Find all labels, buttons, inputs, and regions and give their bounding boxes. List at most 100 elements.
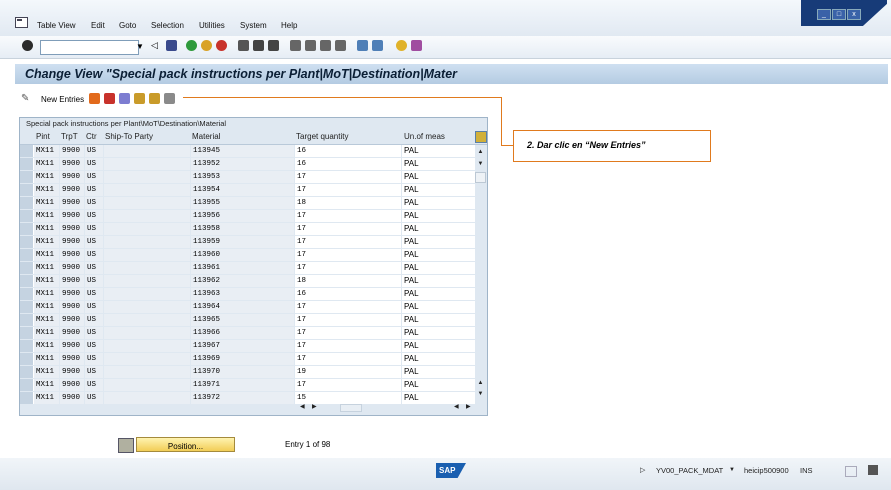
cell-target-quantity[interactable]: 17 [295, 353, 401, 365]
cell-target-quantity[interactable]: 17 [295, 327, 401, 339]
position-icon[interactable] [118, 438, 134, 453]
help-icon[interactable] [396, 40, 407, 51]
create-session-icon[interactable] [357, 40, 368, 51]
cell-unit-of-measure[interactable]: PAL [402, 236, 475, 248]
layout-menu-icon[interactable] [411, 40, 422, 51]
row-selector[interactable] [20, 379, 34, 391]
row-selector[interactable] [20, 262, 34, 274]
cell-target-quantity[interactable]: 17 [295, 340, 401, 352]
horizontal-scrollbar[interactable]: ◀ ▶ ◀ ▶ [20, 401, 487, 414]
row-selector[interactable] [20, 223, 34, 235]
menu-selection[interactable]: Selection [151, 21, 184, 30]
select-block-icon[interactable] [149, 93, 160, 104]
cell-unit-of-measure[interactable]: PAL [402, 223, 475, 235]
cell-target-quantity[interactable]: 17 [295, 171, 401, 183]
row-selector[interactable] [20, 171, 34, 183]
row-selector[interactable] [20, 236, 34, 248]
row-selector[interactable] [20, 340, 34, 352]
maximize-button[interactable]: □ [832, 9, 846, 20]
cell-unit-of-measure[interactable]: PAL [402, 184, 475, 196]
row-selector[interactable] [20, 145, 34, 157]
column-header-target-quantity[interactable]: Target quantity [296, 132, 348, 141]
previous-page-icon[interactable] [305, 40, 316, 51]
cell-unit-of-measure[interactable]: PAL [402, 327, 475, 339]
cell-unit-of-measure[interactable]: PAL [402, 379, 475, 391]
column-header-unit-of-measure[interactable]: Un.of meas [404, 132, 445, 141]
cell-unit-of-measure[interactable]: PAL [402, 301, 475, 313]
column-header-transport-type[interactable]: TrpT [61, 132, 78, 141]
cell-unit-of-measure[interactable]: PAL [402, 158, 475, 170]
cell-target-quantity[interactable]: 19 [295, 366, 401, 378]
print-icon[interactable] [238, 40, 249, 51]
cell-target-quantity[interactable]: 18 [295, 197, 401, 209]
cell-target-quantity[interactable]: 16 [295, 288, 401, 300]
shortcut-icon[interactable] [372, 40, 383, 51]
row-selector[interactable] [20, 210, 34, 222]
vertical-scrollbar[interactable]: ▲ ▼ ▲ ▼ [475, 145, 486, 401]
cell-unit-of-measure[interactable]: PAL [402, 275, 475, 287]
cell-target-quantity[interactable]: 17 [295, 210, 401, 222]
row-selector[interactable] [20, 249, 34, 261]
select-all-icon[interactable] [134, 93, 145, 104]
scroll-up-icon[interactable]: ▲ [475, 147, 486, 157]
session-icon[interactable] [868, 465, 878, 475]
cancel-icon[interactable] [216, 40, 227, 51]
find-next-icon[interactable] [268, 40, 279, 51]
scroll-right-icon[interactable]: ▶ [312, 403, 317, 410]
undo-change-icon[interactable] [119, 93, 130, 104]
row-selector[interactable] [20, 366, 34, 378]
row-selector[interactable] [20, 197, 34, 209]
column-header-material[interactable]: Material [192, 132, 220, 141]
row-selector[interactable] [20, 275, 34, 287]
cell-unit-of-measure[interactable]: PAL [402, 262, 475, 274]
status-expand-icon[interactable]: ▷ [640, 466, 645, 474]
cell-unit-of-measure[interactable]: PAL [402, 314, 475, 326]
cell-target-quantity[interactable]: 17 [295, 262, 401, 274]
row-selector[interactable] [20, 327, 34, 339]
new-entries-button[interactable]: New Entries [41, 95, 84, 104]
save-icon[interactable] [166, 40, 177, 51]
cell-target-quantity[interactable]: 18 [295, 275, 401, 287]
cell-unit-of-measure[interactable]: PAL [402, 210, 475, 222]
new-entries-icon[interactable]: ✎ [21, 93, 29, 104]
last-page-icon[interactable] [335, 40, 346, 51]
close-button[interactable]: x [847, 9, 861, 20]
delete-icon[interactable] [104, 93, 115, 104]
cell-unit-of-measure[interactable]: PAL [402, 353, 475, 365]
chevron-down-icon[interactable]: ▼ [134, 40, 146, 53]
deselect-all-icon[interactable] [164, 93, 175, 104]
row-selector[interactable] [20, 158, 34, 170]
cell-target-quantity[interactable]: 17 [295, 314, 401, 326]
enter-icon[interactable] [22, 40, 33, 51]
scroll-left-end-icon[interactable]: ◀ [454, 403, 459, 410]
cell-target-quantity[interactable]: 17 [295, 301, 401, 313]
horizontal-scroll-thumb[interactable] [340, 404, 362, 412]
cell-target-quantity[interactable]: 17 [295, 184, 401, 196]
scroll-thumb[interactable] [475, 172, 486, 183]
column-header-country[interactable]: Ctr [86, 132, 97, 141]
menu-edit[interactable]: Edit [91, 21, 105, 30]
page-down-icon[interactable]: ▼ [475, 159, 486, 169]
column-header-plant[interactable]: Pint [36, 132, 50, 141]
page-up-icon[interactable]: ▲ [475, 378, 486, 388]
cell-unit-of-measure[interactable]: PAL [402, 288, 475, 300]
back-icon[interactable] [186, 40, 197, 51]
exit-icon[interactable] [201, 40, 212, 51]
position-button[interactable]: Position... [136, 437, 235, 452]
scroll-left-icon[interactable]: ◀ [300, 403, 305, 410]
scroll-down-icon[interactable]: ▼ [475, 389, 486, 399]
back-arrow-icon[interactable]: ◁ [151, 40, 162, 51]
row-selector[interactable] [20, 353, 34, 365]
copy-as-icon[interactable] [89, 93, 100, 104]
menu-system[interactable]: System [240, 21, 267, 30]
insert-mode[interactable]: INS [800, 466, 813, 475]
row-selector[interactable] [20, 301, 34, 313]
row-selector[interactable] [20, 288, 34, 300]
row-selector[interactable] [20, 314, 34, 326]
cell-target-quantity[interactable]: 17 [295, 379, 401, 391]
cell-unit-of-measure[interactable]: PAL [402, 249, 475, 261]
menu-goto[interactable]: Goto [119, 21, 136, 30]
cell-target-quantity[interactable]: 17 [295, 249, 401, 261]
minimize-button[interactable]: _ [817, 9, 831, 20]
menu-help[interactable]: Help [281, 21, 297, 30]
